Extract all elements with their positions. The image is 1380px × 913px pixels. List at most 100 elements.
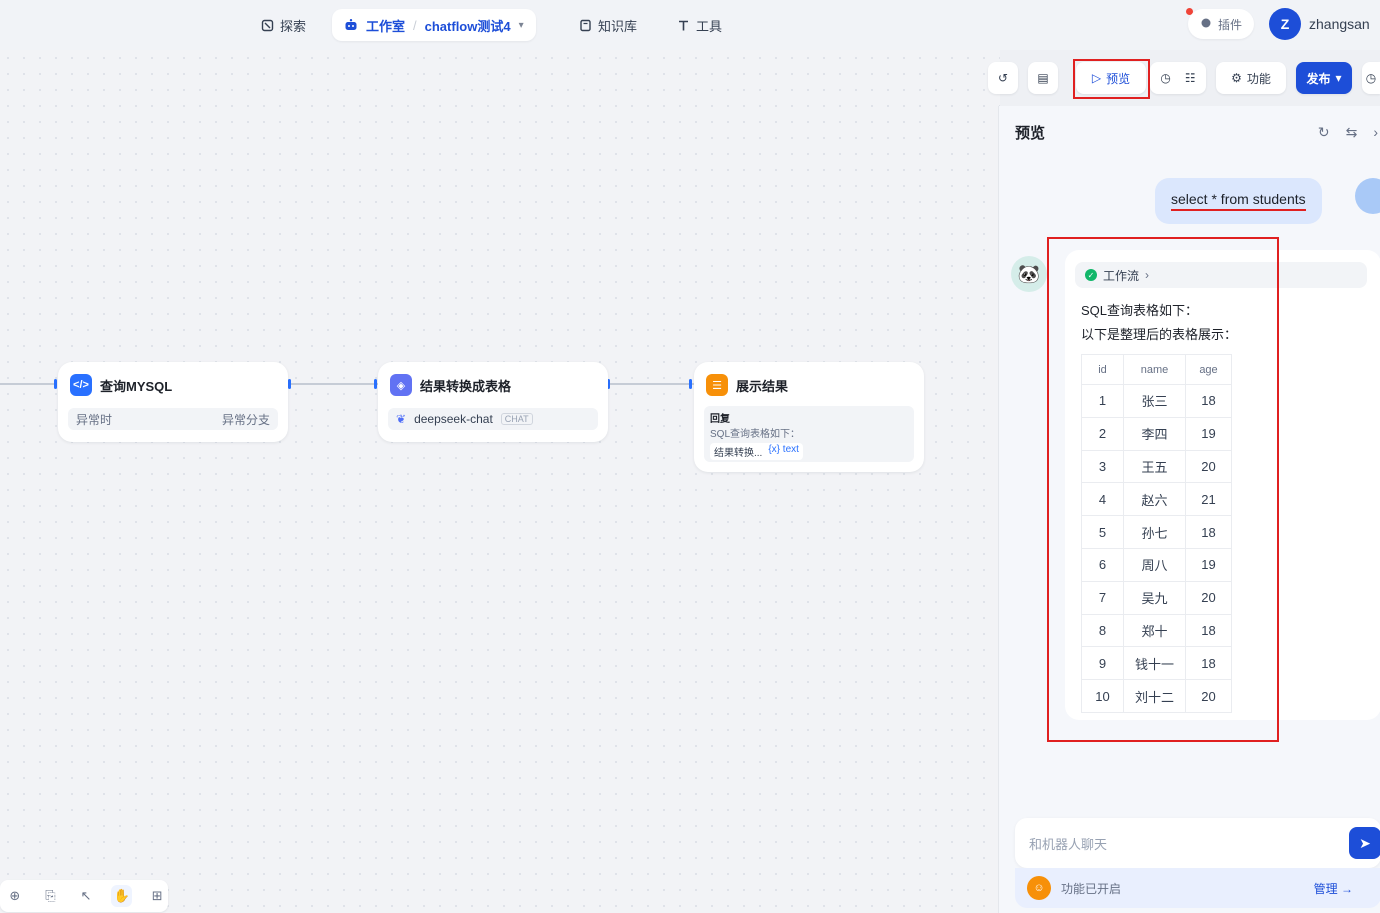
history-icon[interactable]: ◷ (1160, 71, 1170, 85)
features-icon: ⚙ (1231, 71, 1242, 85)
edge-line (290, 383, 378, 385)
nav-knowledge-label: 知识库 (598, 18, 638, 34)
node-header: </> 查询MYSQL (70, 374, 172, 396)
deepseek-icon: ❦ (396, 412, 407, 426)
node-input-handle[interactable] (689, 379, 692, 389)
variable-name: {x} text (768, 444, 799, 455)
chevron-down-icon: ▾ (1335, 71, 1342, 85)
pointer-icon[interactable]: ↖ (75, 885, 97, 907)
send-button[interactable]: ➤ (1349, 827, 1380, 859)
table-cell: 刘十二 (1123, 679, 1186, 713)
column-header: age (1185, 354, 1232, 385)
node-title: 查询MYSQL (100, 378, 173, 394)
table-header-row: id name age (1081, 354, 1232, 385)
error-branch-label: 异常分支 (221, 412, 270, 427)
send-icon: ➤ (1359, 834, 1371, 851)
node-header: ◈ 结果转换成表格 (390, 374, 511, 396)
env-icon: ▤ (1037, 71, 1049, 85)
variables-icon[interactable]: ⇆ (1346, 124, 1358, 141)
table-cell: 吴九 (1123, 580, 1186, 615)
node-output-handle[interactable] (288, 379, 291, 389)
username[interactable]: zhangsan (1309, 16, 1370, 32)
canvas-control-bar: ⊕ ⎘ ↖ ✋ ⊞ (0, 880, 168, 912)
table-cell: 20 (1185, 679, 1232, 713)
restore-button[interactable]: ↺ (988, 62, 1018, 94)
table-cell: 21 (1185, 482, 1232, 517)
table-row: 2 李四 19 (1081, 416, 1232, 451)
preview-panel: 预览 ↻ ⇆ › select * from students 🐼 ✓ 工作流 … (998, 106, 1380, 913)
table-cell: 19 (1185, 547, 1232, 582)
checklist-icon[interactable]: ☷ (1185, 71, 1196, 85)
table-row: 4 赵六 21 (1081, 482, 1232, 517)
nav-tools[interactable]: 工具 (668, 12, 730, 38)
llm-icon: ◈ (390, 374, 412, 396)
app-name[interactable]: chatflow测试4 (425, 16, 511, 35)
nav-tools-label: 工具 (696, 18, 723, 34)
table-cell: 9 (1081, 646, 1124, 681)
book-icon (578, 18, 592, 32)
node-query-mysql[interactable]: </> 查询MYSQL 异常时 异常分支 (58, 362, 288, 442)
robot-icon (344, 18, 358, 32)
result-table: id name age 1 张三 18 2 李四 19 3 王五 20 4 赵六 21 5 孙七 1… (1081, 354, 1232, 713)
hand-icon[interactable]: ✋ (110, 885, 133, 907)
add-node-icon[interactable]: ⊕ (4, 885, 26, 907)
plugins-button[interactable]: 插件 (1188, 9, 1254, 39)
table-row: 8 郑十 18 (1081, 613, 1232, 648)
publish-button[interactable]: 发布 ▾ (1296, 62, 1352, 94)
more-icon: ◷ (1365, 71, 1377, 85)
more-button[interactable]: ◷ (1362, 62, 1380, 94)
play-icon: ▷ (1091, 71, 1102, 85)
chevron-down-icon[interactable]: ▾ (519, 20, 524, 31)
table-cell: 18 (1185, 384, 1232, 418)
node-title: 结果转换成表格 (420, 378, 512, 394)
node-convert-table[interactable]: ◈ 结果转换成表格 ❦ deepseek-chat CHAT (378, 362, 608, 442)
table-row: 10 刘十二 20 (1081, 679, 1232, 713)
code-icon: </> (70, 374, 92, 396)
table-cell: 6 (1081, 547, 1124, 582)
workflow-process-pill[interactable]: ✓ 工作流 › (1075, 262, 1367, 288)
user-avatar (1355, 178, 1380, 214)
history-checklist-group: ◷ ☷ (1150, 62, 1206, 94)
table-cell: 18 (1185, 613, 1232, 648)
publish-label: 发布 (1306, 71, 1331, 86)
nav-knowledge[interactable]: 知识库 (570, 12, 645, 38)
note-icon[interactable]: ⎘ (40, 885, 62, 907)
table-cell: 18 (1185, 646, 1232, 681)
features-button[interactable]: ⚙ 功能 (1216, 62, 1286, 94)
explore-icon (260, 18, 274, 32)
close-icon[interactable]: › (1373, 124, 1378, 141)
panel-actions: ↻ ⇆ › (1318, 124, 1380, 141)
node-show-result[interactable]: ☰ 展示结果 回复 SQL查询表格如下： 结果转换... {x} text (694, 362, 924, 472)
table-row: 5 孙七 18 (1081, 515, 1232, 549)
check-icon: ✓ (1085, 269, 1097, 281)
variable-node: 结果转换... (714, 448, 763, 459)
nav-explore[interactable]: 探索 (252, 12, 314, 38)
workflow-label: 工作流 (1103, 268, 1140, 283)
preview-button[interactable]: ▷ 预览 (1076, 62, 1146, 94)
chat-input[interactable]: 和机器人聊天 (1015, 818, 1380, 868)
workflow-canvas[interactable] (0, 50, 1000, 913)
nav-separator: / (413, 17, 417, 33)
features-enabled-label: 功能已开启 (1061, 881, 1122, 896)
table-cell: 18 (1185, 515, 1232, 549)
table-cell: 3 (1081, 449, 1124, 484)
user-message: select * from students (1155, 178, 1322, 224)
table-cell: 周八 (1123, 547, 1186, 582)
env-variables-button[interactable]: ▤ (1028, 62, 1058, 94)
table-cell: 郑十 (1123, 613, 1186, 648)
refresh-icon[interactable]: ↻ (1318, 124, 1330, 141)
bot-message: ✓ 工作流 › SQL查询表格如下： 以下是整理后的表格展示： id name … (1065, 250, 1380, 720)
nav-explore-label: 探索 (280, 18, 307, 34)
nav-studio[interactable]: 工作室 / chatflow测试4 ▾ (332, 9, 536, 41)
table-cell: 1 (1081, 384, 1124, 418)
chat-input-placeholder: 和机器人聊天 (1029, 836, 1108, 852)
edge-line (0, 383, 56, 385)
avatar[interactable]: Z (1269, 8, 1301, 40)
answer-text: SQL查询表格如下： (710, 429, 801, 440)
manage-link[interactable]: 管理 → (1314, 880, 1353, 897)
node-input-handle[interactable] (374, 379, 377, 389)
features-enabled-icon: ☺ (1027, 876, 1051, 900)
layout-icon[interactable]: ⊞ (146, 885, 168, 907)
table-row: 7 吴九 20 (1081, 580, 1232, 615)
node-input-handle[interactable] (54, 379, 57, 389)
